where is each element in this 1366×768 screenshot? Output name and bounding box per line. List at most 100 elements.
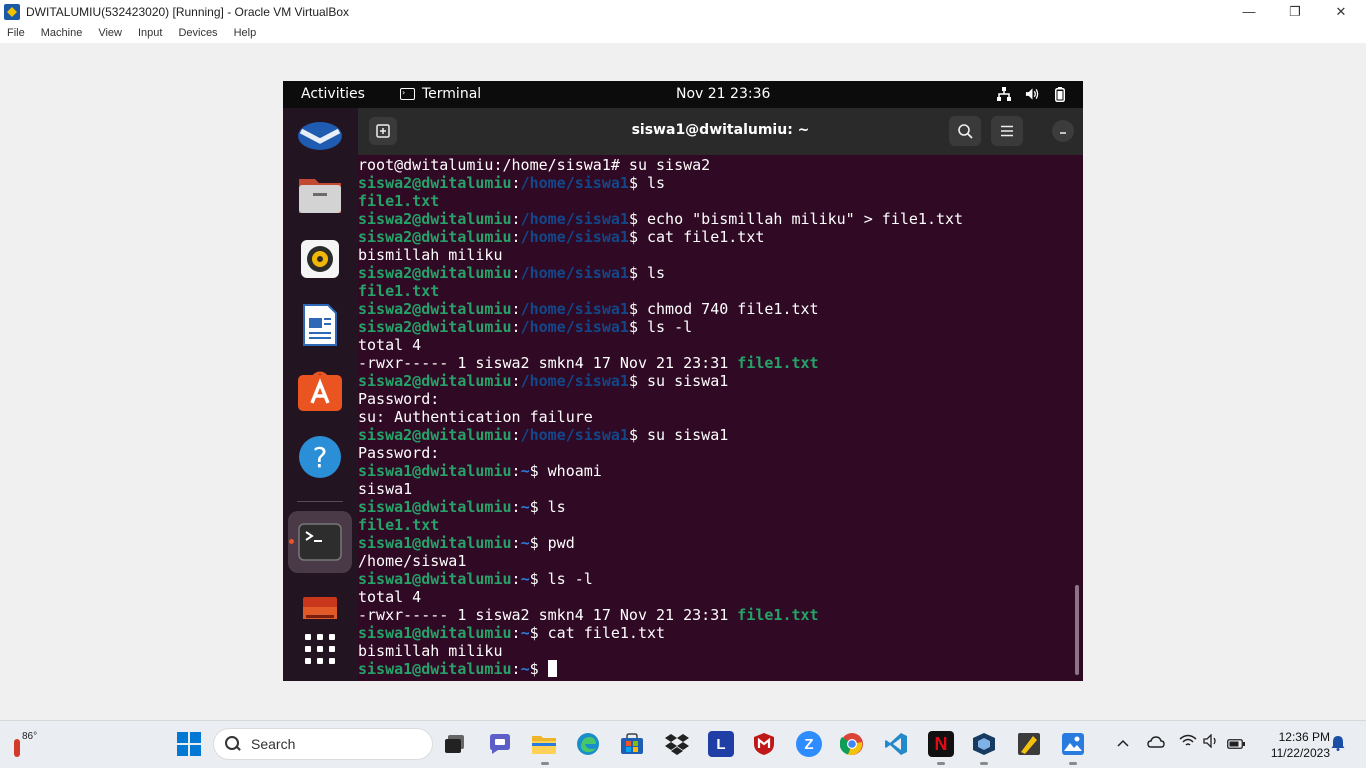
prompt-user: siswa1@dwitalumiu	[358, 570, 512, 588]
terminal-line: siswa2@dwitalumiu:/home/siswa1$ su siswa…	[358, 426, 1083, 444]
task-view-icon[interactable]	[442, 731, 468, 757]
chrome-icon[interactable]	[839, 731, 865, 757]
system-tray[interactable]	[997, 86, 1067, 102]
gnome-topbar: Activities › Terminal Nov 21 23:36	[283, 81, 1083, 108]
terminal-minimize-button[interactable]	[1052, 120, 1074, 142]
screenshot-app-icon[interactable]	[297, 585, 343, 631]
menu-machine[interactable]: Machine	[33, 27, 91, 39]
terminal-line: siswa1@dwitalumiu:~$ whoami	[358, 462, 1083, 480]
battery-icon	[1053, 86, 1067, 102]
onedrive-cloud-icon[interactable]	[1147, 736, 1165, 751]
search-icon	[957, 123, 973, 139]
output-text: root@dwitalumiu:/home/siswa1# su siswa2	[358, 156, 711, 174]
file-name: file1.txt	[737, 606, 819, 624]
terminal-menu-button[interactable]	[991, 116, 1023, 146]
microsoft-store-icon[interactable]	[619, 731, 645, 757]
terminal-headerbar: siswa1@dwitalumiu: ~	[358, 108, 1083, 155]
prompt-separator: :	[511, 534, 521, 552]
menu-help[interactable]: Help	[226, 27, 265, 39]
terminal-line: siswa2@dwitalumiu:/home/siswa1$ cat file…	[358, 228, 1083, 246]
thermometer-icon	[14, 739, 20, 757]
restore-button[interactable]: ❐	[1272, 0, 1318, 23]
terminal-line: total 4	[358, 588, 1083, 606]
command-text: $	[529, 660, 548, 678]
svg-text:?: ?	[313, 441, 328, 474]
zoom-icon[interactable]: Z	[796, 731, 822, 757]
terminal-line: siswa2@dwitalumiu:/home/siswa1$ su siswa…	[358, 372, 1083, 390]
vscode-icon[interactable]	[883, 731, 909, 757]
ubuntu-dock: ?	[283, 108, 358, 681]
battery-tray-icon[interactable]	[1227, 737, 1245, 752]
weather-widget[interactable]: 86°	[10, 729, 44, 761]
minimize-button[interactable]: —	[1226, 0, 1272, 23]
output-text: total 4	[358, 336, 422, 354]
terminal-icon: ›	[400, 88, 415, 100]
image-app-running-indicator	[1069, 762, 1077, 765]
netflix-running-indicator	[937, 762, 945, 765]
menu-view[interactable]: View	[90, 27, 130, 39]
taskbar-search[interactable]: Search	[213, 728, 433, 760]
guest-screen[interactable]: Activities › Terminal Nov 21 23:36 ? sis…	[283, 81, 1083, 681]
prompt-separator: :	[511, 228, 521, 246]
prompt-path: ~	[520, 462, 530, 480]
prompt-path: ~	[520, 570, 530, 588]
prompt-separator: :	[511, 570, 521, 588]
rhythmbox-icon[interactable]	[297, 236, 343, 282]
menu-file[interactable]: File	[0, 27, 33, 39]
menu-input[interactable]: Input	[130, 27, 170, 39]
prompt-path: /home/siswa1	[520, 318, 629, 336]
file-name: file1.txt	[358, 282, 440, 300]
terminal-dock-icon[interactable]	[297, 519, 343, 565]
file-explorer-icon[interactable]	[531, 731, 557, 757]
close-button[interactable]: ✕	[1318, 0, 1364, 23]
sketch-app-icon[interactable]	[1016, 731, 1042, 757]
file-name: file1.txt	[358, 192, 440, 210]
prompt-user: siswa1@dwitalumiu	[358, 498, 512, 516]
prompt-separator: :	[511, 210, 521, 228]
minimize-icon	[1060, 132, 1066, 134]
topbar-clock[interactable]: Nov 21 23:36	[676, 86, 770, 102]
terminal-line: Password:	[358, 444, 1083, 462]
prompt-path: /home/siswa1	[520, 426, 629, 444]
speaker-icon[interactable]	[1203, 733, 1219, 751]
show-apps-grid-icon[interactable]	[297, 626, 343, 672]
files-icon[interactable]	[297, 171, 343, 217]
terminal-search-button[interactable]	[949, 116, 981, 146]
app-menu-terminal[interactable]: › Terminal	[400, 86, 481, 102]
image-app-icon[interactable]	[1060, 731, 1086, 757]
menu-devices[interactable]: Devices	[170, 27, 225, 39]
virtualbox-running-indicator	[980, 762, 988, 765]
command-text: $ pwd	[529, 534, 575, 552]
virtualbox-taskbar-icon[interactable]	[971, 731, 997, 757]
show-hidden-icons-chevron-up-icon[interactable]	[1117, 735, 1129, 750]
thunderbird-icon[interactable]	[297, 113, 343, 159]
l-app-icon[interactable]: L	[708, 731, 734, 757]
prompt-separator: :	[511, 264, 521, 282]
dropbox-icon[interactable]	[664, 731, 690, 757]
dock-separator	[297, 501, 343, 502]
prompt-path: ~	[520, 624, 530, 642]
terminal-line: root@dwitalumiu:/home/siswa1# su siswa2	[358, 156, 1083, 174]
mcafee-icon[interactable]	[751, 731, 777, 757]
host-menubar: File Machine View Input Devices Help	[0, 23, 1366, 43]
activities-button[interactable]: Activities	[301, 86, 365, 102]
notification-bell-icon[interactable]	[1331, 735, 1345, 754]
terminal-line: bismillah miliku	[358, 246, 1083, 264]
terminal-line: siswa2@dwitalumiu:/home/siswa1$ echo "bi…	[358, 210, 1083, 228]
terminal-scrollbar[interactable]	[1075, 585, 1079, 675]
output-text: su: Authentication failure	[358, 408, 593, 426]
app-center-icon[interactable]	[297, 368, 343, 414]
file-name: file1.txt	[737, 354, 819, 372]
taskbar-clock[interactable]: 12:36 PM 11/22/2023	[1254, 729, 1330, 761]
windows-start-icon[interactable]	[176, 731, 202, 757]
help-icon[interactable]: ?	[297, 434, 343, 480]
libreoffice-writer-icon[interactable]	[297, 302, 343, 348]
search-label: Search	[251, 736, 296, 752]
edge-browser-icon[interactable]	[575, 731, 601, 757]
terminal-output[interactable]: root@dwitalumiu:/home/siswa1# su siswa2 s…	[358, 155, 1083, 681]
netflix-icon[interactable]: N	[928, 731, 954, 757]
prompt-user: siswa1@dwitalumiu	[358, 624, 512, 642]
prompt-separator: :	[511, 624, 521, 642]
teams-chat-icon[interactable]	[487, 731, 513, 757]
wifi-icon[interactable]	[1179, 734, 1197, 751]
